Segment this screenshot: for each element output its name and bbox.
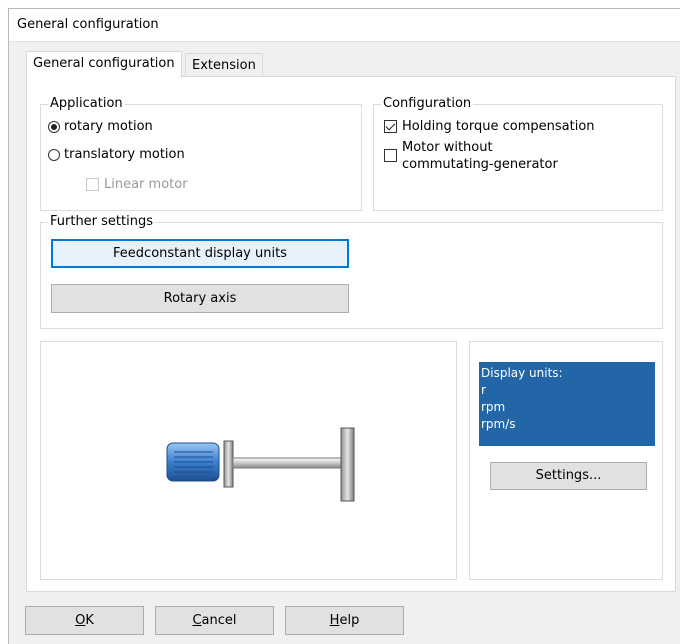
display-units-panel: Display units: r rpm rpm/s Settings...	[469, 341, 663, 580]
motor-without-checkbox[interactable]: Motor without commutating-generator	[384, 139, 558, 173]
holding-torque-label: Holding torque compensation	[402, 119, 595, 134]
further-settings-group-title: Further settings	[48, 214, 156, 229]
further-settings-group: Further settings Feedconstant display un…	[40, 214, 663, 329]
rotary-axis-button[interactable]: Rotary axis	[51, 284, 349, 313]
display-units-box: Display units: r rpm rpm/s	[479, 362, 655, 446]
cancel-button[interactable]: Cancel	[155, 606, 274, 635]
display-units-header: Display units:	[481, 366, 563, 380]
motor-without-line1: Motor without	[402, 140, 493, 155]
ok-button[interactable]: OK	[25, 606, 144, 635]
tab-general-configuration[interactable]: General configuration	[26, 51, 182, 78]
settings-button[interactable]: Settings...	[490, 462, 647, 490]
tab-extension[interactable]: Extension	[185, 53, 263, 78]
button-label: Settings...	[535, 468, 602, 483]
feedconstant-display-units-button[interactable]: Feedconstant display units	[51, 239, 349, 268]
tab-label: Extension	[192, 58, 256, 73]
rotary-motion-label: rotary motion	[64, 119, 153, 134]
cancel-mnemonic: C	[192, 613, 202, 628]
display-unit-line: rpm	[481, 400, 506, 414]
help-button[interactable]: Help	[285, 606, 404, 635]
dialog-window: General configuration General configurat…	[8, 8, 680, 644]
display-unit-line: r	[481, 383, 486, 397]
tab-page: Application rotary motion translatory mo…	[26, 76, 676, 592]
help-label-rest: elp	[339, 613, 360, 628]
ok-mnemonic: O	[75, 613, 86, 628]
radio-indicator	[48, 148, 60, 161]
linear-motor-checkbox[interactable]: Linear motor	[86, 177, 188, 192]
button-label: Feedconstant display units	[113, 246, 287, 261]
linear-motor-label: Linear motor	[104, 177, 188, 192]
checkbox-indicator	[384, 120, 397, 133]
configuration-group: Configuration Holding torque compensatio…	[373, 96, 663, 211]
application-group-title: Application	[48, 96, 125, 111]
display-unit-line: rpm/s	[481, 417, 516, 431]
button-label: Rotary axis	[163, 291, 237, 306]
checkbox-indicator	[384, 149, 397, 162]
configuration-group-title: Configuration	[381, 96, 474, 111]
translatory-motion-radio[interactable]: translatory motion	[48, 147, 185, 162]
tab-label: General configuration	[33, 56, 175, 71]
motor-illustration	[166, 427, 355, 502]
rotary-motion-radio[interactable]: rotary motion	[48, 119, 153, 134]
help-mnemonic: H	[329, 613, 340, 628]
application-group: Application rotary motion translatory mo…	[40, 96, 362, 211]
motor-without-line2: commutating-generator	[402, 157, 558, 172]
window-title: General configuration	[17, 17, 159, 32]
motor-without-label: Motor without commutating-generator	[402, 139, 558, 173]
illustration-panel	[40, 341, 457, 580]
holding-torque-checkbox[interactable]: Holding torque compensation	[384, 119, 595, 134]
title-bar: General configuration	[9, 9, 680, 42]
ok-label-rest: K	[85, 613, 94, 628]
translatory-motion-label: translatory motion	[64, 147, 185, 162]
radio-indicator	[48, 120, 60, 133]
checkbox-indicator	[86, 178, 99, 191]
cancel-label-rest: ancel	[201, 613, 237, 628]
